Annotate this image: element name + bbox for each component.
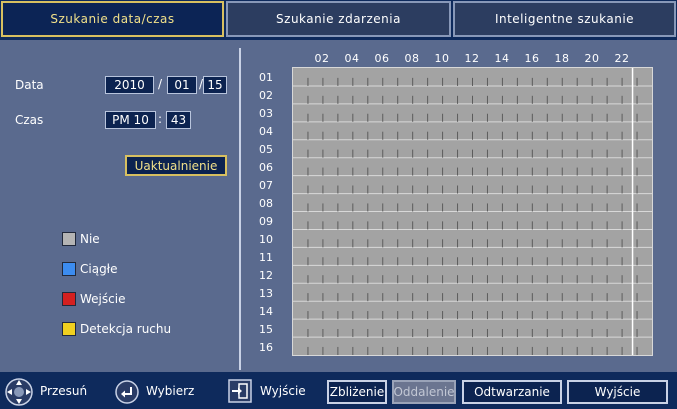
hour-label: 02 [314,52,330,65]
time-label: Czas [15,113,44,127]
zoom-in-button[interactable]: Zbliżenie [327,380,387,404]
hour-label: 06 [374,52,390,65]
legend-item-input: Wejście [62,291,125,307]
date-label: Data [15,78,44,92]
hour-label: 04 [344,52,360,65]
day-label: 08 [259,197,273,210]
day-label: 07 [259,179,273,192]
zoom-out-button[interactable]: Oddalenie [392,380,456,404]
playback-button[interactable]: Odtwarzanie [462,380,562,404]
day-label: 06 [259,161,273,174]
day-label: 04 [259,125,273,138]
day-label: 02 [259,89,273,102]
hour-field[interactable]: PM 10 [105,111,156,129]
legend-item-continuous: Ciągłe [62,261,117,277]
hour-label: 18 [554,52,570,65]
hint-exit: Wyjście [260,384,306,398]
day-field[interactable]: 15 [203,76,227,94]
hour-label: 16 [524,52,540,65]
day-label: 13 [259,287,273,300]
tab-event-search[interactable]: Szukanie zdarzenia [226,1,451,37]
tab-bar: Szukanie data/czas Szukanie zdarzenia In… [0,0,677,40]
time-separator: : [158,112,163,126]
day-label: 11 [259,251,273,264]
day-label: 01 [259,71,273,84]
dpad-icon [5,378,33,406]
recording-timeline-grid[interactable] [292,67,653,356]
panel-divider [239,48,241,370]
legend-label: Nie [80,232,100,246]
legend-item-none: Nie [62,231,100,247]
day-label: 09 [259,215,273,228]
day-label: 12 [259,269,273,282]
legend-label: Wejście [80,292,126,306]
legend-label: Detekcja ruchu [80,322,172,336]
legend-swatch-input [62,292,76,306]
legend-swatch-motion [62,322,76,336]
hour-label: 20 [584,52,600,65]
day-label: 14 [259,305,273,318]
exit-button[interactable]: Wyjście [567,380,668,404]
legend-swatch-none [62,232,76,246]
day-label: 16 [259,341,273,354]
hour-label: 08 [404,52,420,65]
exit-icon [228,379,252,403]
tab-smart-search[interactable]: Inteligentne szukanie [453,1,676,37]
day-label: 05 [259,143,273,156]
hint-select: Wybierz [146,384,195,398]
day-label: 03 [259,107,273,120]
day-label: 10 [259,233,273,246]
year-field[interactable]: 2010 [105,76,154,94]
hint-move: Przesuń [40,384,88,398]
legend-item-motion: Detekcja ruchu [62,321,171,337]
hour-label: 10 [434,52,450,65]
month-field[interactable]: 01 [167,76,197,94]
day-label: 15 [259,323,273,336]
minute-field[interactable]: 43 [166,111,191,129]
enter-icon [115,380,139,404]
update-button[interactable]: Uaktualnienie [125,155,227,176]
tab-date-time-search[interactable]: Szukanie data/czas [1,1,224,37]
hour-label: 22 [614,52,630,65]
hour-label: 14 [494,52,510,65]
date-separator: / [158,77,163,91]
legend-label: Ciągłe [80,262,118,276]
hour-label: 12 [464,52,480,65]
timeline-grid-lines [293,68,652,355]
legend-swatch-continuous [62,262,76,276]
